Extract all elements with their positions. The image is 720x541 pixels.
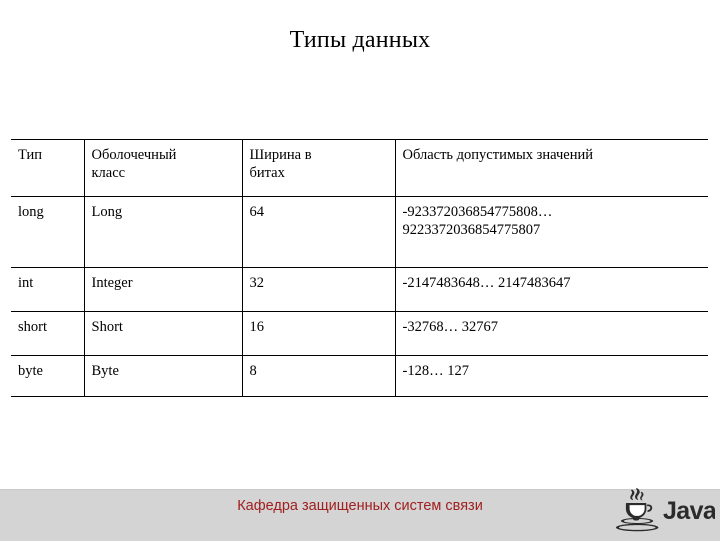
- cell-value-range: -32768… 32767: [395, 311, 708, 356]
- cell-width-bits: 64: [242, 196, 396, 268]
- cell-width-bits: 32: [242, 267, 396, 312]
- cell-wrapper-class: Short: [84, 311, 243, 356]
- java-logo: Java: [611, 486, 715, 538]
- cell-wrapper-class: Byte: [84, 355, 243, 397]
- cell-value-range: -2147483648… 2147483647: [395, 267, 708, 312]
- cell-width-bits: 16: [242, 311, 396, 356]
- cell-type: short: [11, 311, 85, 356]
- cell-wrapper-class: Long: [84, 196, 243, 268]
- java-wordmark: Java: [663, 497, 715, 525]
- data-types-table-wrapper: Тип Оболочечный класс Ширина в битах Обл…: [11, 139, 708, 397]
- cell-type: int: [11, 267, 85, 312]
- data-types-table: Тип Оболочечный класс Ширина в битах Обл…: [11, 139, 708, 397]
- cell-width-bits: 8: [242, 355, 396, 397]
- column-header-type: Тип: [11, 139, 85, 197]
- table-row: long Long 64 -923372036854775808… 922337…: [11, 196, 708, 268]
- cell-wrapper-class: Integer: [84, 267, 243, 312]
- table-header-row: Тип Оболочечный класс Ширина в битах Обл…: [11, 139, 708, 197]
- slide: Типы данных Тип Оболочечный класс Ширина…: [0, 0, 720, 541]
- column-header-wrapper-class: Оболочечный класс: [84, 139, 243, 197]
- cell-type: long: [11, 196, 85, 268]
- table-row: int Integer 32 -2147483648… 2147483647: [11, 267, 708, 312]
- table-row: short Short 16 -32768… 32767: [11, 311, 708, 356]
- cell-value-range: -923372036854775808… 9223372036854775807: [395, 196, 708, 268]
- column-header-value-range: Область допустимых значений: [395, 139, 708, 197]
- cell-value-range: -128… 127: [395, 355, 708, 397]
- table-row: byte Byte 8 -128… 127: [11, 355, 708, 397]
- java-coffee-cup-icon: Java: [616, 488, 715, 532]
- page-title: Типы данных: [289, 27, 431, 53]
- cell-type: byte: [11, 355, 85, 397]
- column-header-width-bits: Ширина в битах: [242, 139, 396, 197]
